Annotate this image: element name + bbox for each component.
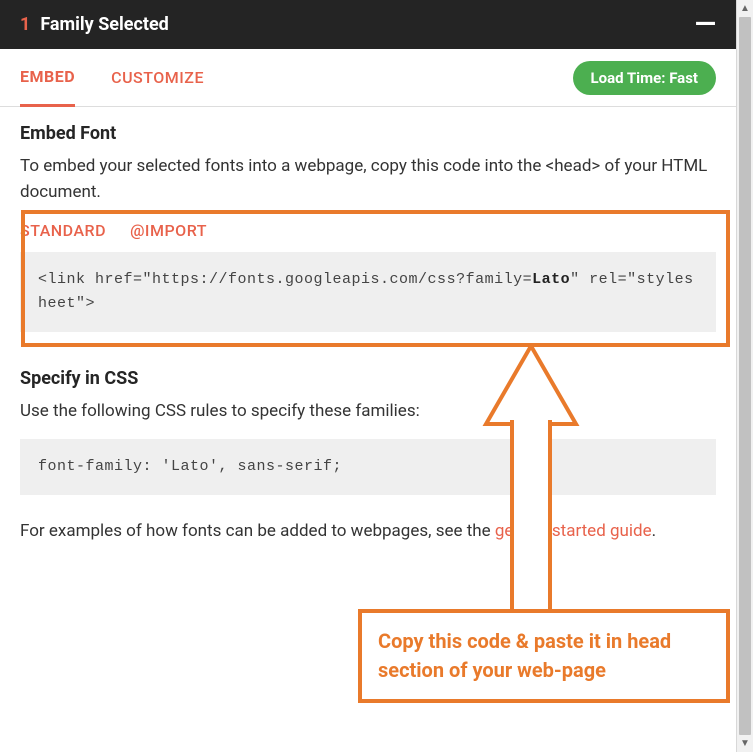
scroll-up-icon[interactable]: ▲	[737, 0, 753, 17]
annotation-arrow-icon	[476, 346, 586, 614]
minimize-icon[interactable]: —	[695, 19, 716, 31]
annotation-text-box: Copy this code & paste it in head sectio…	[358, 609, 730, 703]
code-prefix: <link href="https://fonts.googleapis.com…	[38, 271, 532, 288]
css-code-block[interactable]: font-family: 'Lato', sans-serif;	[20, 439, 716, 495]
specify-css-heading: Specify in CSS	[20, 368, 716, 389]
tab-bar: EMBED CUSTOMIZE Load Time: Fast	[0, 49, 736, 107]
tab-customize[interactable]: CUSTOMIZE	[111, 50, 204, 105]
scroll-thumb[interactable]	[739, 17, 751, 735]
vertical-scrollbar[interactable]: ▲ ▼	[736, 0, 753, 752]
header-title: Family Selected	[40, 14, 168, 35]
footer-text: For examples of how fonts can be added t…	[20, 519, 716, 545]
embed-font-description: To embed your selected fonts into a webp…	[20, 154, 716, 205]
code-family: Lato	[532, 271, 570, 288]
tab-embed[interactable]: EMBED	[20, 49, 75, 107]
annotation-text: Copy this code & paste it in head sectio…	[378, 629, 671, 682]
link-code-block[interactable]: <link href="https://fonts.googleapis.com…	[20, 252, 716, 332]
header-bar: 1 Family Selected —	[0, 0, 736, 49]
header-title-wrap: 1 Family Selected	[20, 14, 169, 35]
sub-tab-import[interactable]: @IMPORT	[130, 221, 207, 240]
sub-tab-standard[interactable]: STANDARD	[20, 221, 106, 240]
footer-suffix: .	[652, 521, 656, 541]
content-area: Embed Font To embed your selected fonts …	[0, 107, 736, 544]
embed-sub-tabs: STANDARD @IMPORT	[20, 219, 716, 240]
family-count: 1	[20, 14, 30, 35]
scroll-down-icon[interactable]: ▼	[737, 735, 753, 752]
footer-prefix: For examples of how fonts can be added t…	[20, 521, 495, 541]
embed-font-heading: Embed Font	[20, 123, 716, 144]
load-time-badge: Load Time: Fast	[573, 61, 717, 95]
specify-css-description: Use the following CSS rules to specify t…	[20, 399, 716, 425]
